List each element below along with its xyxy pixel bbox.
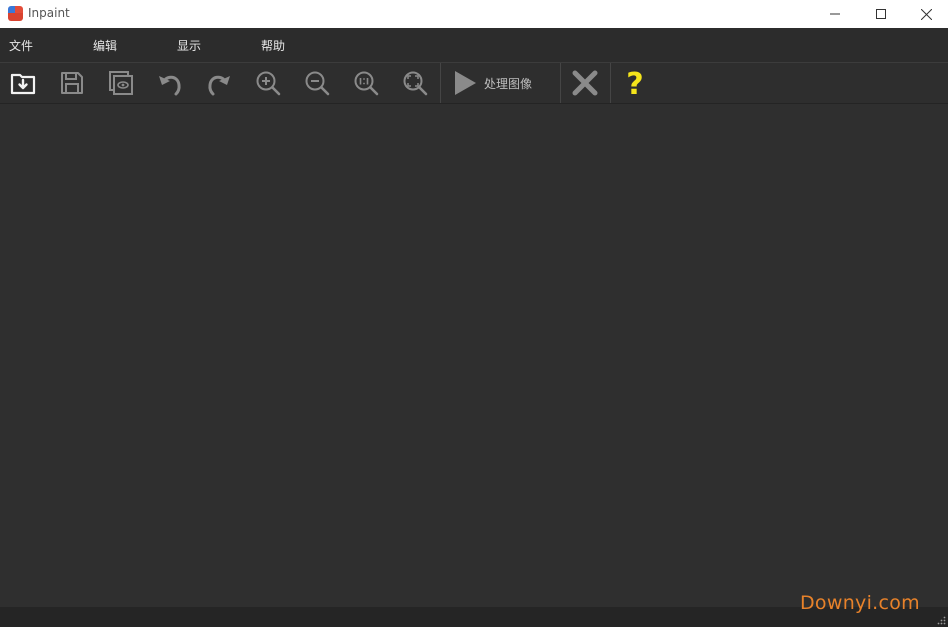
undo-icon — [159, 75, 181, 96]
zoom-fit-icon — [403, 71, 428, 96]
zoom-actual-button[interactable] — [350, 67, 382, 99]
resize-grip-icon[interactable] — [936, 615, 946, 625]
menu-bar: 文件 编辑 显示 帮助 — [0, 28, 948, 63]
menu-edit[interactable]: 编辑 — [93, 37, 117, 54]
toolbar-divider — [440, 63, 441, 103]
minimize-button[interactable] — [812, 0, 858, 28]
zoom-out-icon — [305, 71, 330, 96]
toolbar-divider — [610, 63, 611, 103]
zoom-actual-icon — [354, 71, 379, 96]
process-image-button[interactable]: 处理图像 — [452, 67, 556, 99]
image-canvas[interactable] — [0, 104, 948, 607]
title-bar: Inpaint — [0, 0, 948, 28]
zoom-fit-button[interactable] — [399, 67, 431, 99]
menu-help[interactable]: 帮助 — [261, 37, 285, 54]
close-icon — [920, 8, 932, 20]
app-logo-icon — [8, 6, 23, 21]
cancel-button[interactable] — [569, 67, 601, 99]
help-icon: ? — [626, 67, 643, 99]
zoom-in-button[interactable] — [252, 67, 284, 99]
toolbar: 处理图像 ? — [0, 63, 948, 104]
minimize-icon — [830, 13, 840, 15]
redo-icon — [208, 75, 230, 96]
zoom-out-button[interactable] — [301, 67, 333, 99]
undo-button[interactable] — [154, 67, 186, 99]
save-button[interactable] — [56, 67, 88, 99]
window-title: Inpaint — [28, 6, 70, 20]
toolbar-divider — [560, 63, 561, 103]
redo-button[interactable] — [203, 67, 235, 99]
preview-icon — [109, 71, 133, 95]
preview-button[interactable] — [105, 67, 137, 99]
menu-file[interactable]: 文件 — [9, 37, 33, 54]
help-button[interactable]: ? — [619, 67, 651, 99]
close-window-button[interactable] — [903, 0, 948, 28]
maximize-button[interactable] — [858, 0, 904, 28]
maximize-icon — [876, 9, 886, 19]
save-icon — [61, 72, 83, 94]
close-icon — [572, 70, 598, 96]
open-icon — [10, 73, 36, 95]
zoom-in-icon — [256, 71, 281, 96]
svg-text:?: ? — [626, 67, 643, 99]
open-button[interactable] — [7, 67, 39, 99]
watermark-text: Downyi.com — [800, 592, 920, 614]
menu-view[interactable]: 显示 — [177, 37, 201, 54]
play-icon — [455, 71, 476, 95]
process-image-label: 处理图像 — [484, 76, 533, 91]
